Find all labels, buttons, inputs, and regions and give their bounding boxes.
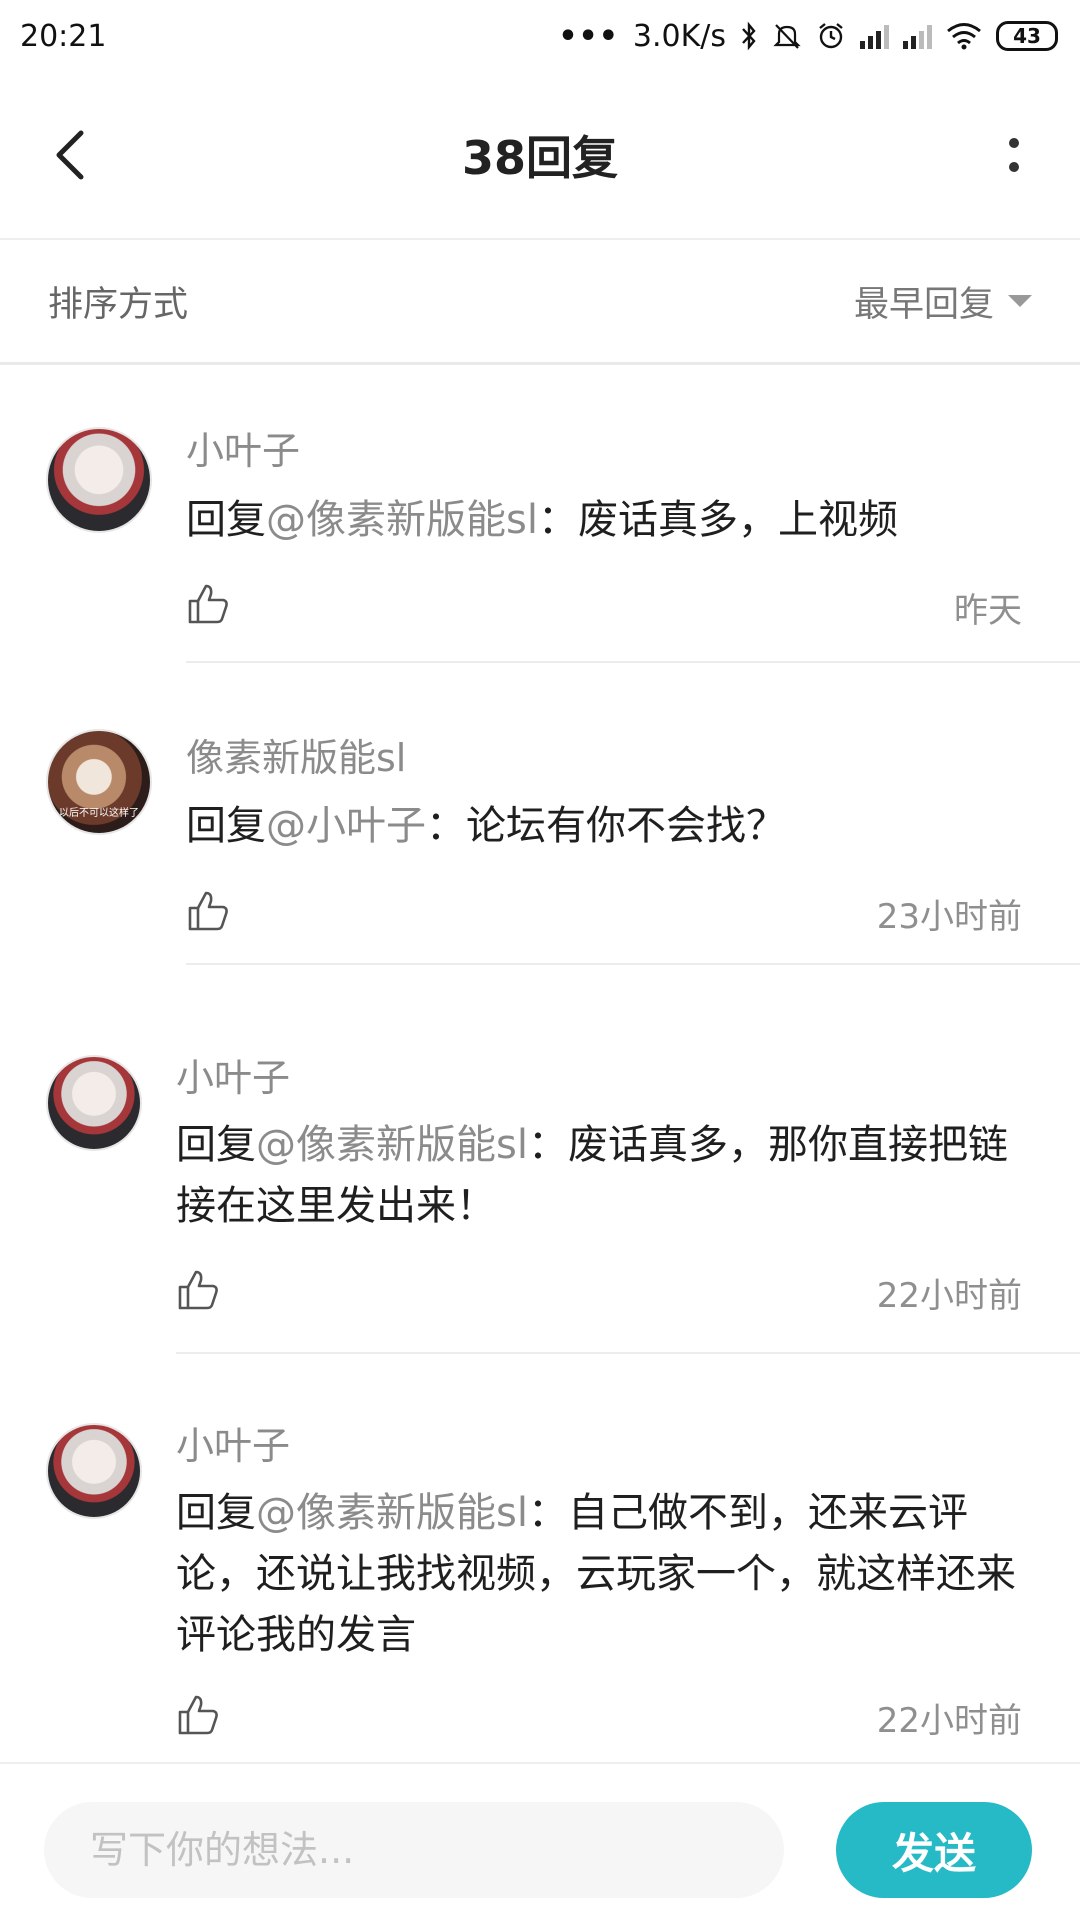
thumbs-up-icon[interactable] (174, 1266, 222, 1314)
more-vertical-icon (1009, 138, 1019, 172)
reply-prefix: 回复 (176, 1490, 256, 1536)
signal-icon (860, 23, 889, 49)
reply-text: 论坛有你不会找？ (466, 803, 786, 849)
mention-link[interactable]: @像素新版能sl (256, 1122, 528, 1168)
mute-bell-icon (772, 21, 802, 51)
wifi-icon (946, 22, 982, 50)
bluetooth-icon (740, 21, 758, 51)
more-dots-icon: ••• (558, 18, 619, 54)
status-icons: ••• 3.0K/s 43 (558, 19, 1058, 54)
send-button[interactable]: 发送 (836, 1802, 1032, 1898)
mention-link[interactable]: @像素新版能sl (256, 1490, 528, 1536)
comment-bar: 发送 (0, 1762, 1080, 1920)
mention-link[interactable]: @像素新版能sl (266, 497, 538, 543)
comment-input[interactable] (44, 1802, 784, 1898)
thumbs-up-icon[interactable] (184, 887, 232, 935)
reply-content: 回复@像素新版能sl：废话真多，那你直接把链接在这里发出来！ (176, 1115, 1020, 1237)
network-speed: 3.0K/s (632, 18, 726, 54)
reply-prefix: 回复 (186, 497, 266, 543)
reply-divider (186, 661, 1080, 663)
caret-down-icon (1008, 295, 1032, 307)
sort-dropdown[interactable]: 最早回复 (854, 276, 1032, 327)
sort-selected-value: 最早回复 (853, 284, 994, 325)
battery-level: 43 (1013, 24, 1041, 48)
reply-time: 23小时前 (876, 897, 1022, 937)
reply-separator: ： (527, 1490, 568, 1536)
avatar[interactable] (46, 1423, 142, 1519)
avatar[interactable] (46, 1055, 142, 1151)
mention-link[interactable]: @小叶子 (266, 803, 426, 849)
status-bar: 20:21 ••• 3.0K/s 43 (0, 0, 1080, 72)
sort-bar: 排序方式 最早回复 (0, 240, 1080, 362)
reply-time: 22小时前 (876, 1701, 1022, 1741)
title-bar: 38回复 (0, 72, 1080, 238)
reply-item: 小叶子 回复@像素新版能sl：废话真多，上视频 昨天 (0, 365, 1080, 665)
reply-separator: ： (527, 1122, 568, 1168)
reply-content: 回复@小叶子：论坛有你不会找？ (186, 796, 1020, 857)
reply-item: 以后不可以这样了 像素新版能sl 回复@小叶子：论坛有你不会找？ 23小时前 (0, 665, 1080, 965)
alarm-icon (816, 21, 846, 51)
reply-time: 22小时前 (876, 1276, 1022, 1316)
reply-item: 小叶子 回复@像素新版能sl：自己做不到，还来云评论，还说让我找视频，云玩家一个… (0, 1335, 1080, 1760)
reply-time: 昨天 (954, 591, 1022, 631)
username[interactable]: 小叶子 (176, 1047, 290, 1102)
username[interactable]: 小叶子 (176, 1415, 290, 1470)
reply-separator: ： (537, 497, 578, 543)
thumbs-up-icon[interactable] (174, 1691, 222, 1739)
signal-icon (903, 23, 932, 49)
avatar-caption: 以后不可以这样了 (59, 808, 139, 819)
username[interactable]: 小叶子 (186, 420, 300, 475)
more-options-button[interactable] (984, 125, 1044, 185)
username[interactable]: 像素新版能sl (186, 727, 406, 782)
chevron-left-icon (56, 130, 84, 180)
reply-item: 小叶子 回复@像素新版能sl：废话真多，那你直接把链接在这里发出来！ 22小时前 (0, 965, 1080, 1354)
thumbs-up-icon[interactable] (184, 580, 232, 628)
status-time: 20:21 (20, 18, 107, 54)
reply-content: 回复@像素新版能sl：自己做不到，还来云评论，还说让我找视频，云玩家一个，就这样… (176, 1483, 1020, 1666)
back-button[interactable] (40, 125, 100, 185)
page-title: 38回复 (461, 131, 618, 185)
avatar[interactable] (46, 427, 152, 533)
avatar[interactable]: 以后不可以这样了 (46, 729, 152, 835)
sort-label: 排序方式 (48, 284, 189, 325)
reply-text: 废话真多，上视频 (577, 497, 898, 543)
battery-icon: 43 (996, 21, 1058, 51)
reply-prefix: 回复 (186, 803, 266, 849)
reply-separator: ： (426, 803, 466, 849)
reply-prefix: 回复 (176, 1122, 256, 1168)
reply-content: 回复@像素新版能sl：废话真多，上视频 (186, 490, 1020, 551)
